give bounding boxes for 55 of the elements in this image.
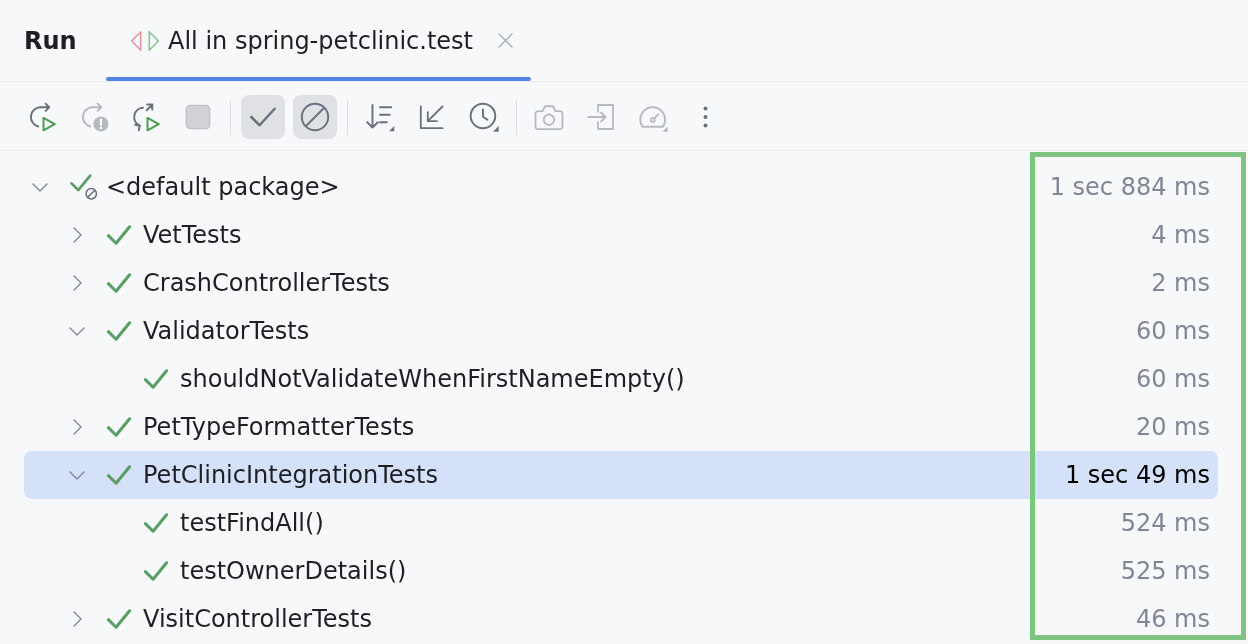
more-vertical-icon	[702, 106, 708, 128]
test-name: VisitControllerTests	[143, 605, 372, 633]
test-name: testOwnerDetails()	[180, 557, 407, 585]
test-duration: 60 ms	[1134, 365, 1210, 393]
check-icon	[249, 106, 277, 128]
test-name: testFindAll()	[180, 509, 324, 537]
chevron-right-icon[interactable]	[72, 419, 82, 435]
panel-title: Run	[23, 26, 78, 55]
test-duration: 60 ms	[1134, 317, 1210, 345]
test-name: shouldNotValidateWhenFirstNameEmpty()	[180, 365, 685, 393]
close-icon[interactable]	[498, 33, 513, 48]
chevron-right-icon[interactable]	[72, 611, 82, 627]
test-duration: 524 ms	[1119, 509, 1210, 537]
tree-row[interactable]: PetClinicIntegrationTests 1 sec 49 ms	[24, 451, 1218, 499]
camera-icon	[534, 103, 564, 131]
chevron-down-icon[interactable]	[69, 470, 85, 480]
test-name: PetClinicIntegrationTests	[143, 461, 438, 489]
refresh-alert-icon	[79, 102, 109, 132]
prohibited-icon	[300, 102, 330, 132]
test-duration: 4 ms	[1150, 221, 1210, 249]
chevron-right-icon[interactable]	[72, 275, 82, 291]
show-passed-toggle[interactable]	[241, 95, 285, 139]
tree-row[interactable]: <default package> 1 sec 884 ms	[24, 163, 1218, 211]
tree-row[interactable]: testFindAll() 524 ms	[24, 499, 1218, 547]
arrow-into-box-icon	[586, 102, 616, 132]
tree-row[interactable]: PetTypeFormatterTests 20 ms	[24, 403, 1218, 451]
tree-row[interactable]: ValidatorTests 60 ms	[24, 307, 1218, 355]
test-name: PetTypeFormatterTests	[143, 413, 415, 441]
square-icon	[185, 104, 211, 130]
chevron-right-icon[interactable]	[72, 227, 82, 243]
test-duration: 1 sec 49 ms	[1063, 461, 1210, 489]
tab[interactable]: All in spring-petclinic.test	[106, 0, 531, 81]
clock-icon	[469, 102, 499, 132]
test-duration: 525 ms	[1119, 557, 1210, 585]
chevron-down-icon[interactable]	[32, 182, 48, 192]
test-name: CrashControllerTests	[143, 269, 390, 297]
tree-row[interactable]: VetTests 4 ms	[24, 211, 1218, 259]
tree-row[interactable]: shouldNotValidateWhenFirstNameEmpty() 60 ms	[24, 355, 1218, 403]
test-name: VetTests	[143, 221, 242, 249]
test-name: <default package>	[106, 173, 340, 201]
arrow-lines-icon	[365, 102, 395, 132]
refresh-play-icon	[27, 102, 57, 132]
tree-row[interactable]: CrashControllerTests 2 ms	[24, 259, 1218, 307]
test-duration: 20 ms	[1134, 413, 1210, 441]
tree-row[interactable]: testOwnerDetails() 525 ms	[24, 547, 1218, 595]
arrow-corner-icon	[418, 103, 446, 131]
chevron-down-icon[interactable]	[69, 326, 85, 336]
test-name: ValidatorTests	[143, 317, 310, 345]
split-triangles-icon	[130, 29, 160, 52]
show-ignored-toggle[interactable]	[293, 95, 337, 139]
tree-row[interactable]: VisitControllerTests 46 ms	[24, 595, 1218, 643]
test-duration: 1 sec 884 ms	[1048, 173, 1210, 201]
test-duration: 2 ms	[1150, 269, 1210, 297]
cycle-play-icon	[131, 102, 161, 132]
test-duration: 46 ms	[1134, 605, 1210, 633]
